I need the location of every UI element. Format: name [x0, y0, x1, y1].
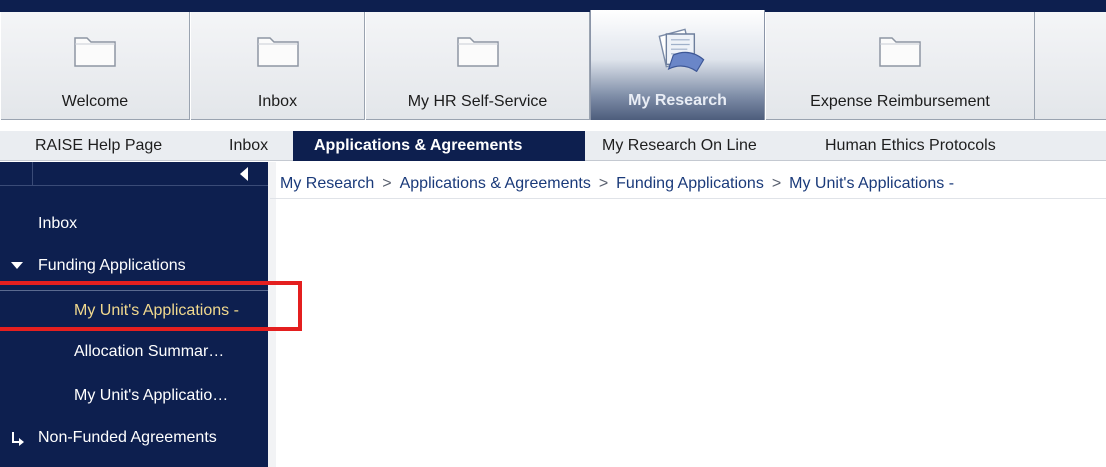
caret-down-icon[interactable]	[11, 262, 23, 269]
breadcrumb-separator: >	[382, 175, 392, 192]
breadcrumb-link[interactable]: Applications & Agreements	[400, 175, 591, 192]
documents-icon	[657, 28, 704, 72]
breadcrumb-separator: >	[771, 175, 782, 192]
tile-my-research[interactable]: My Research	[590, 10, 765, 120]
sidebar-header	[0, 162, 268, 186]
folder-icon	[256, 37, 299, 67]
sidebar-item-allocation-summary[interactable]: Allocation Summar…	[0, 332, 268, 372]
tile-expense-reimbursement[interactable]: Expense Reimbursement	[765, 12, 1035, 120]
breadcrumb: My Research > Applications & Agreements > Fu…	[280, 175, 1106, 197]
folder-icon	[74, 37, 116, 67]
collapse-left-icon[interactable]	[240, 167, 248, 181]
tile-inbox[interactable]: Inbox	[190, 12, 365, 120]
sidebar-item-funding-applications[interactable]: Funding Applications	[0, 246, 268, 286]
sidebar-header-divider	[32, 162, 33, 186]
launchpad: Welcome Inbox My HR Self-Service My Rese…	[0, 10, 1106, 120]
sidebar-item-inbox[interactable]: Inbox	[0, 204, 268, 244]
tile-label: My Research	[628, 92, 727, 109]
breadcrumb-link[interactable]: Funding Applications	[616, 175, 764, 192]
subtab-raise-help-page[interactable]: RAISE Help Page	[35, 131, 162, 161]
folder-icon	[879, 37, 921, 67]
subtab-inbox[interactable]: Inbox	[229, 131, 268, 161]
breadcrumb-link[interactable]: My Research	[280, 175, 374, 192]
tile-label: Inbox	[257, 93, 298, 110]
tile-my-hr-self-service[interactable]: My HR Self-Service	[365, 12, 590, 120]
sidebar-item-label: Funding Applications	[38, 257, 186, 274]
subtab-human-ethics-protocols[interactable]: Human Ethics Protocols	[825, 131, 996, 161]
tile-welcome[interactable]: Welcome	[0, 12, 190, 120]
tile-label: Welcome	[61, 93, 129, 110]
breadcrumb-divider	[270, 198, 1106, 199]
sidebar-item-non-funded-agreements[interactable]: Non-Funded Agreements	[0, 418, 268, 458]
sidebar-item-label: Non-Funded Agreements	[38, 429, 217, 446]
subtab-applications-agreements[interactable]: Applications & Agreements	[293, 131, 585, 161]
branch-arrow-icon[interactable]	[10, 431, 26, 447]
subtab-my-research-on-line[interactable]: My Research On Line	[602, 131, 757, 161]
sidebar-item-my-units-applications-2[interactable]: My Unit's Applicatio…	[0, 376, 268, 416]
tile-label: Expense Reimbursement	[810, 93, 990, 110]
highlight-box	[0, 281, 302, 331]
sub-navigation: RAISE Help Page Inbox Applications & Agr…	[0, 131, 1106, 161]
breadcrumb-current: My Unit's Applications -	[789, 175, 955, 192]
folder-icon	[456, 37, 499, 67]
breadcrumb-separator: >	[598, 175, 609, 192]
top-header-strip	[0, 0, 1106, 12]
tile-label: My HR Self-Service	[407, 93, 548, 110]
